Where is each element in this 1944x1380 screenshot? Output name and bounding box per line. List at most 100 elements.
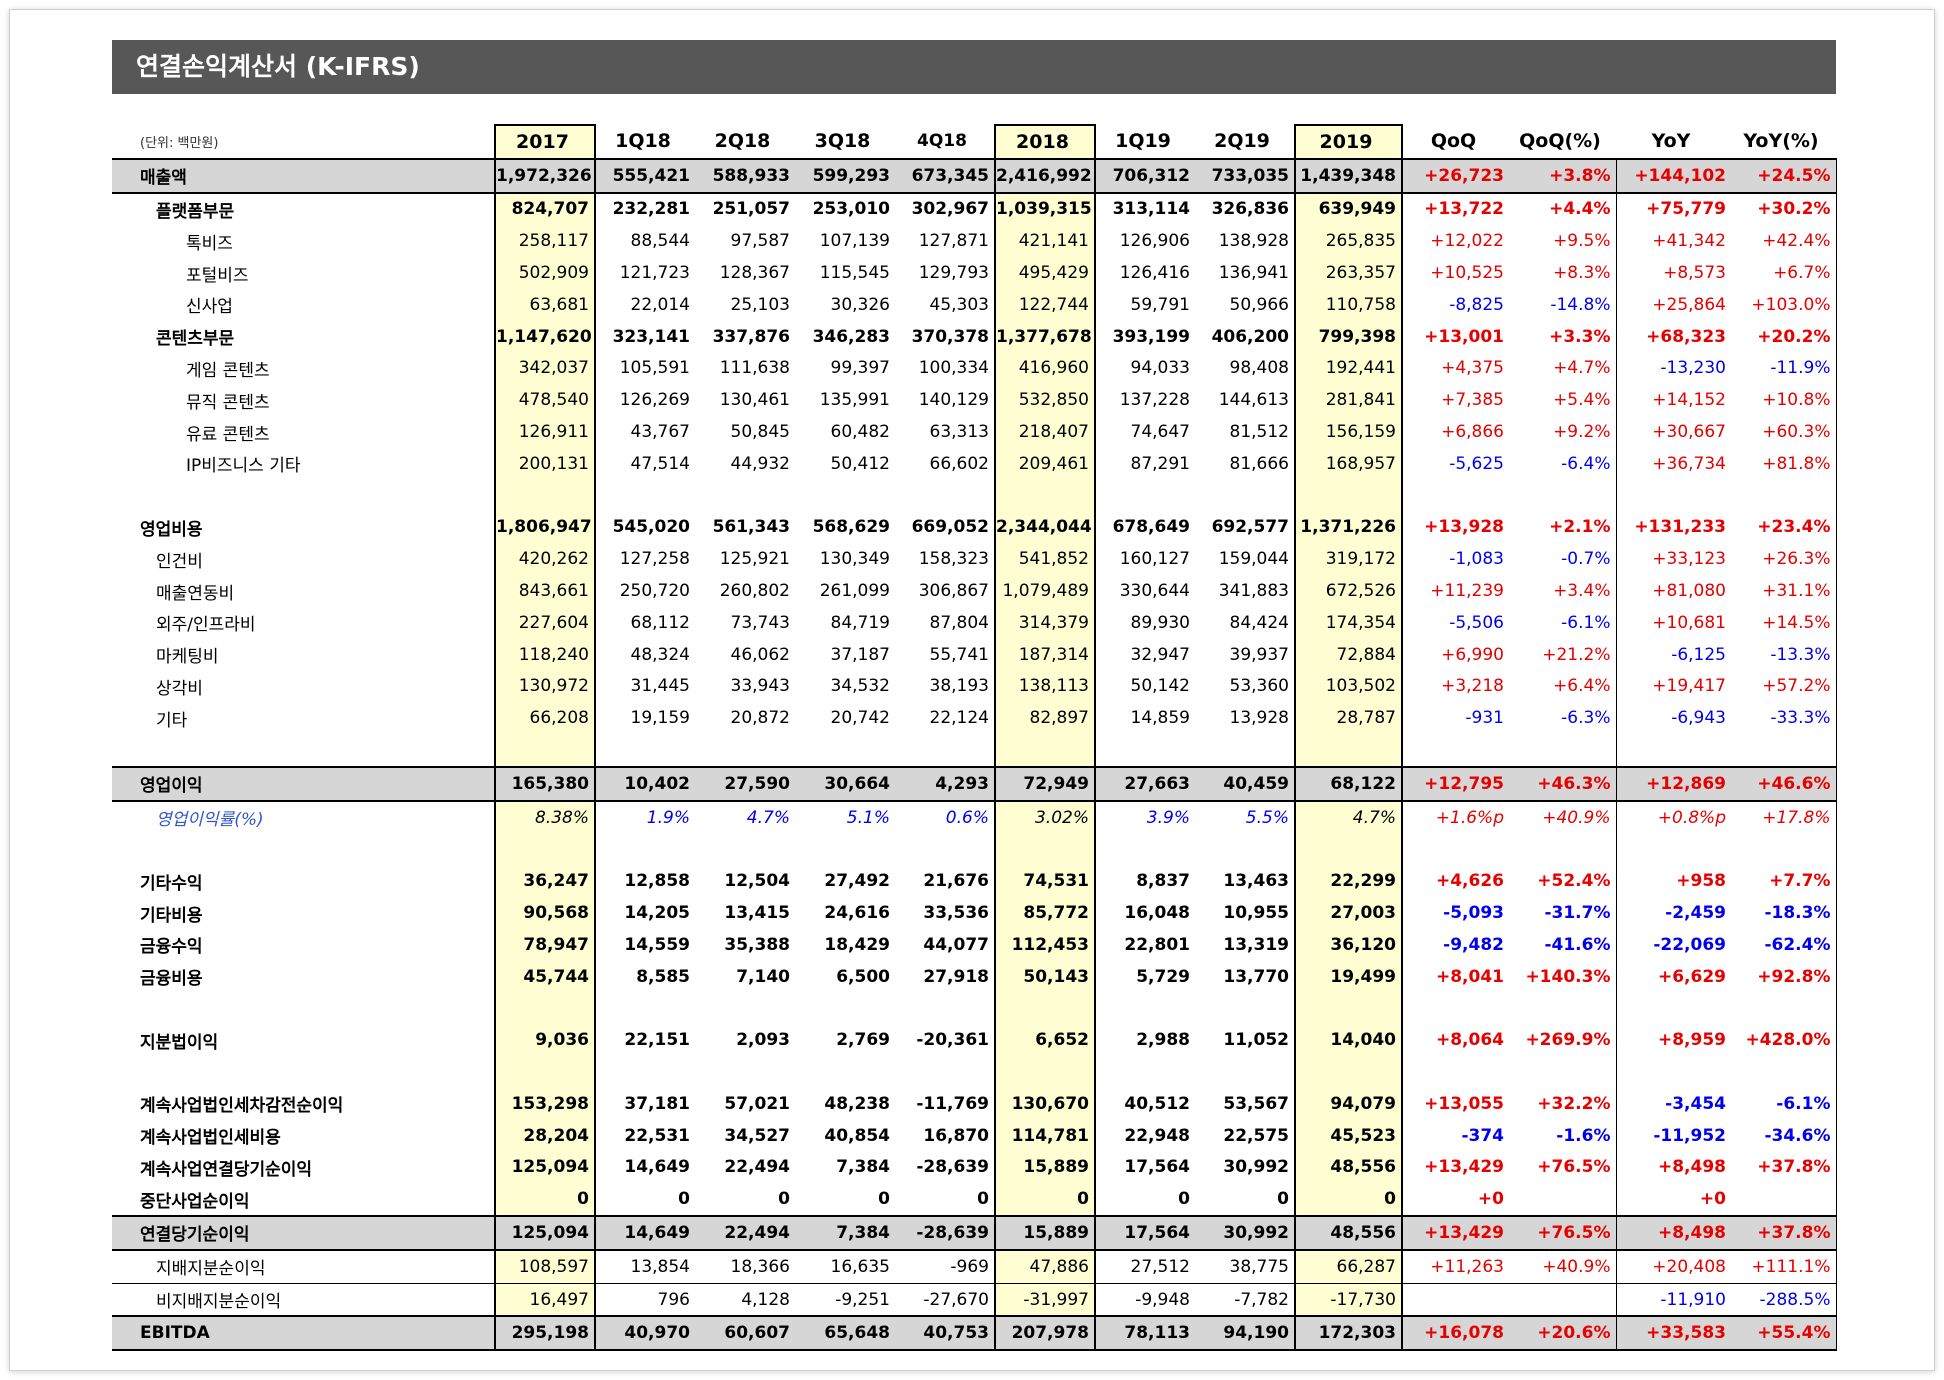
cell-value: 43,767 [630, 422, 690, 443]
table-row: 영업이익률(%) 8.38% 1.9% 4.7% 5.1% 0.6% 3.02% 3.9% 5.… [112, 800, 1837, 834]
cell-value: 105,591 [619, 358, 690, 379]
cell-value: +269.9% [1509, 1024, 1617, 1057]
cell-value: -11,910 [1660, 1289, 1726, 1310]
table-row: 상각비 130,972 31,445 33,943 34,532 38,193 138,11… [112, 670, 1837, 703]
cell-value: 45,303 [929, 294, 989, 315]
cell-value: 1,377,678 [994, 320, 1096, 353]
cell-value: 5.5% [1245, 807, 1289, 828]
cell-value: -969 [895, 1249, 995, 1284]
row-label: 중단사업순이익 [140, 1191, 250, 1212]
cell-value: 302,967 [911, 199, 989, 220]
cell-value: +30,667 [1652, 422, 1726, 443]
cell-value: 48,556 [1294, 1151, 1403, 1184]
cell-value: 74,531 [994, 865, 1096, 898]
cell-value: +6,866 [1401, 416, 1509, 448]
cell-value: 555,421 [595, 157, 695, 194]
cell-value: +8,064 [1401, 1024, 1509, 1057]
table-row: 외주/인프라비 227,604 68,112 73,743 84,719 87,804 31… [112, 606, 1837, 639]
cell-value: 130,670 [994, 1087, 1096, 1120]
cell-value [1401, 1056, 1509, 1088]
cell-value: +46.6% [1731, 765, 1837, 802]
row-label: 플랫폼부문 [156, 201, 235, 222]
cell-value [1731, 1056, 1837, 1088]
cell-value: +40.9% [1509, 800, 1617, 834]
cell-value: +6.7% [1731, 257, 1837, 289]
cell-value: 103,502 [1294, 670, 1403, 703]
cell-value [1195, 1056, 1295, 1088]
cell-value: 824,707 [494, 192, 596, 226]
row-label [112, 1056, 495, 1088]
cell-value: -9,251 [835, 1289, 890, 1310]
cell-value: 50,143 [994, 960, 1096, 993]
income-statement-table: (단위: 백만원) 2017 1Q18 2Q18 3Q18 4Q18 2018 1Q19 2Q1… [112, 124, 1837, 1352]
cell-value: 545,020 [612, 517, 690, 538]
table-row: 지배지분순이익 108,597 13,854 18,366 16,635 -969 47,8… [112, 1249, 1837, 1284]
cell-value: +4.4% [1509, 192, 1617, 226]
cell-value: 111,638 [719, 358, 790, 379]
cell-value [795, 1056, 895, 1088]
cell-value [1294, 479, 1403, 512]
cell-value: +9.2% [1509, 416, 1617, 448]
cell-value: 98,408 [1229, 358, 1289, 379]
table-row: 매출액 1,972,326 555,421 588,933 599,293 673,345… [112, 157, 1837, 194]
cell-value: 232,281 [612, 199, 690, 220]
cell-value [1509, 1056, 1617, 1088]
cell-value: -5,625 [1401, 447, 1509, 480]
cell-value: +16,078 [1401, 1315, 1509, 1352]
cell-value [1095, 734, 1195, 767]
cell-value: +25,864 [1652, 294, 1726, 315]
cell-value: 341,883 [1218, 581, 1289, 602]
cell-value: 0 [1277, 1189, 1289, 1210]
cell-value [1616, 1056, 1731, 1088]
cell-value [695, 1056, 795, 1088]
cell-value: 160,127 [1119, 549, 1190, 570]
cell-value: 19,159 [630, 708, 690, 729]
cell-value [1509, 479, 1617, 512]
cell-value: 843,661 [494, 575, 596, 607]
cell-value: 97,587 [730, 231, 790, 252]
cell-value: 14,559 [624, 934, 690, 955]
cell-value: +12,795 [1401, 765, 1509, 802]
cell-value: +8,959 [1657, 1030, 1726, 1051]
cell-value [695, 734, 795, 767]
cell-value [1509, 1183, 1617, 1217]
cell-value: 13,463 [1223, 871, 1289, 892]
cell-value: 561,343 [712, 517, 790, 538]
cell-value: 0 [977, 1189, 989, 1210]
cell-value: -11,952 [1653, 1125, 1726, 1146]
cell-value [1294, 1056, 1403, 1088]
cell-value: 27,492 [824, 871, 890, 892]
cell-value [1294, 734, 1403, 767]
cell-value: +8,498 [1657, 1157, 1726, 1178]
cell-value: 72,949 [994, 765, 1096, 802]
cell-value: -6,943 [1671, 708, 1726, 729]
table-row: 매출연동비 843,661 250,720 260,802 261,099 306,867… [112, 575, 1837, 607]
row-label: 기타수익 [140, 873, 203, 894]
cell-value: 1,371,226 [1294, 511, 1403, 544]
cell-value [994, 479, 1096, 512]
cell-value: 6,652 [994, 1024, 1096, 1057]
cell-value: +8,041 [1401, 960, 1509, 993]
column-header: YoY [1651, 130, 1691, 153]
cell-value: 6,500 [836, 966, 890, 987]
cell-value: 130,461 [719, 390, 790, 411]
cell-value: 0 [878, 1189, 890, 1210]
cell-value [1095, 993, 1195, 1025]
unit-label: (단위: 백만원) [140, 135, 219, 151]
cell-value: 78,113 [1095, 1315, 1195, 1352]
cell-value: -6.1% [1731, 1087, 1837, 1120]
cell-value: 258,117 [494, 225, 596, 258]
cell-value [1616, 993, 1731, 1025]
cell-value: +1.6%p [1401, 800, 1509, 834]
cell-value: 126,416 [1119, 263, 1190, 284]
cell-value: 73,743 [730, 612, 790, 633]
cell-value: 85,772 [994, 897, 1096, 929]
cell-value: 48,238 [824, 1093, 890, 1114]
cell-value [1195, 834, 1295, 866]
cell-value: 27,918 [923, 966, 989, 987]
cell-value: 33,536 [923, 903, 989, 924]
cell-value: +60.3% [1731, 416, 1837, 448]
cell-value: 94,079 [1294, 1087, 1403, 1120]
cell-value: +131,233 [1634, 517, 1726, 538]
cell-value: 1,039,315 [994, 192, 1096, 226]
